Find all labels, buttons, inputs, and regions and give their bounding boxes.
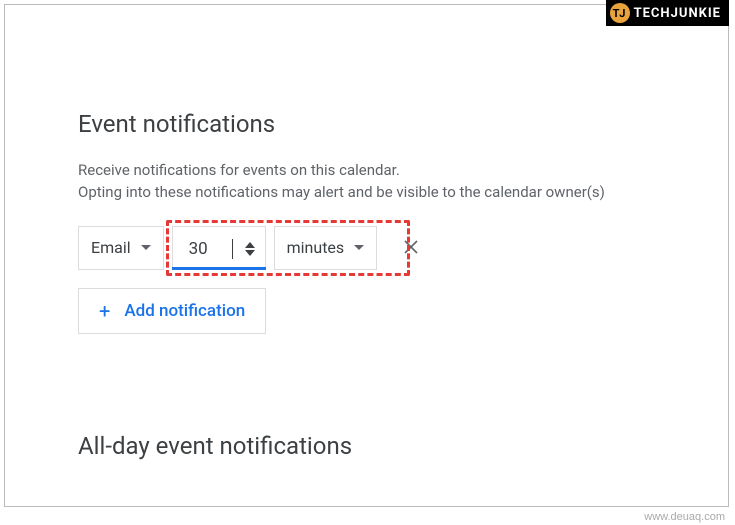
remove-notification-button[interactable] [395,236,427,260]
notification-unit-dropdown[interactable]: minutes [274,226,378,270]
chevron-down-icon [354,245,364,250]
brand-text: TECHJUNKIE [634,6,721,21]
notification-method-value: Email [91,238,131,257]
stepper-down-icon[interactable] [245,250,255,256]
notification-method-dropdown[interactable]: Email [78,226,164,270]
quantity-value: 30 [189,239,231,259]
watermark-url: www.deuaq.com [644,511,725,523]
notification-row: Email 30 minutes [78,226,663,270]
close-icon [403,239,419,255]
focus-underline [172,267,266,270]
chevron-down-icon [141,245,151,250]
notification-unit-value: minutes [287,238,345,257]
notification-quantity-input[interactable]: 30 [172,226,266,270]
watermark-brand: TJ TECHJUNKIE [606,0,729,26]
text-cursor [232,239,233,259]
quantity-stepper [245,242,255,256]
stepper-up-icon[interactable] [245,242,255,248]
brand-badge-icon: TJ [610,3,630,23]
